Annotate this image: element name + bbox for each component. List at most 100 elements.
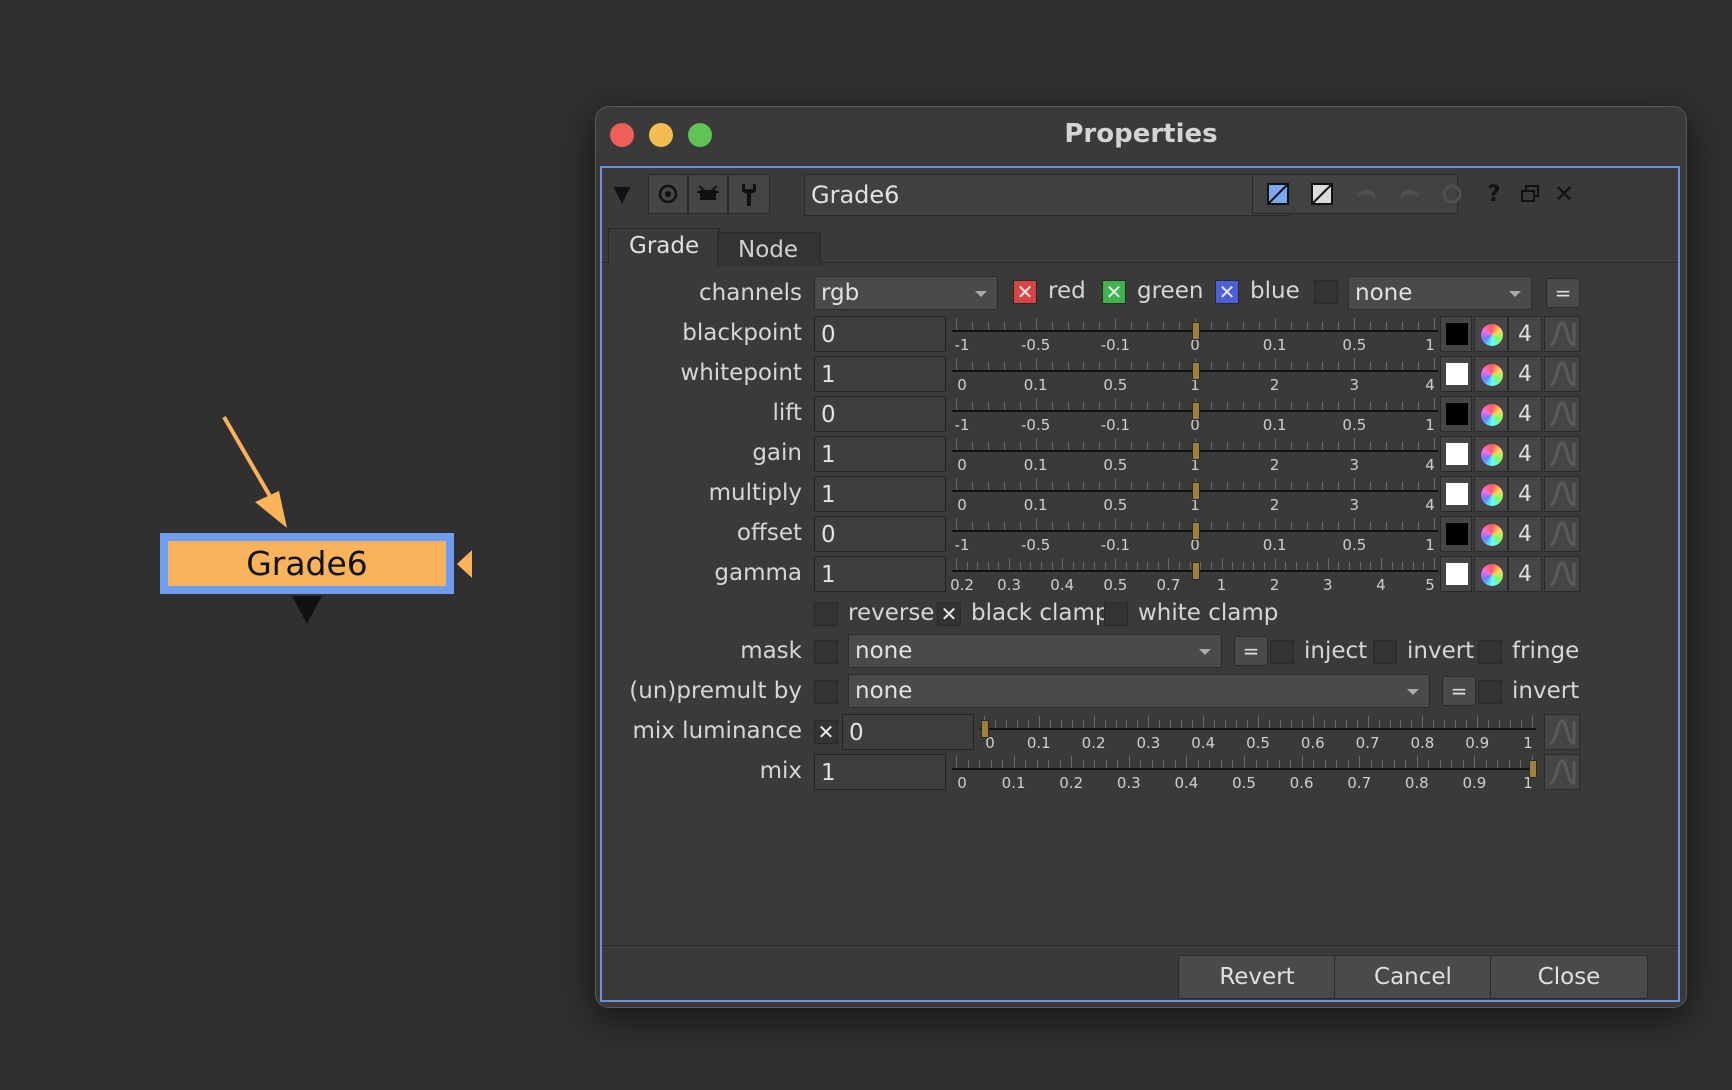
- slider-handle[interactable]: [1192, 562, 1200, 580]
- node-output-arrow-icon[interactable]: [292, 596, 322, 624]
- multiply-input[interactable]: 1: [814, 476, 946, 512]
- green-checkbox[interactable]: ✕: [1102, 280, 1126, 304]
- slider-handle[interactable]: [981, 720, 989, 738]
- whitepoint-channel-count-button[interactable]: 4: [1508, 356, 1542, 392]
- gamma-channel-count-button[interactable]: 4: [1508, 556, 1542, 592]
- extra-channel-dropdown[interactable]: none: [1348, 276, 1532, 310]
- node-input-arrow-icon[interactable]: [457, 550, 472, 578]
- slider-handle[interactable]: [1192, 482, 1200, 500]
- mix-luminance-animation-button[interactable]: [1544, 714, 1580, 750]
- multiply-channel-count-button[interactable]: 4: [1508, 476, 1542, 512]
- multiply-slider[interactable]: 0 0.1 0.5 1 2 3 4: [952, 476, 1438, 516]
- undo-button[interactable]: [1344, 174, 1388, 214]
- blackpoint-animation-button[interactable]: [1544, 316, 1580, 352]
- blackpoint-color-swatch[interactable]: [1440, 316, 1472, 352]
- blackpoint-input[interactable]: 0: [814, 316, 946, 352]
- grade-node[interactable]: Grade6: [160, 533, 454, 594]
- premult-enable-checkbox[interactable]: [814, 680, 838, 704]
- node-color-button[interactable]: [1256, 174, 1300, 214]
- slider-handle[interactable]: [1192, 322, 1200, 340]
- whitepoint-color-wheel-button[interactable]: [1474, 356, 1508, 392]
- whitepoint-animation-button[interactable]: [1544, 356, 1580, 392]
- revert-to-default-button[interactable]: [1430, 174, 1474, 214]
- blue-checkbox[interactable]: ✕: [1215, 280, 1239, 304]
- close-panel-icon[interactable]: ✕: [1542, 174, 1586, 214]
- mix-slider[interactable]: 0 0.1 0.2 0.3 0.4 0.5 0.6 0.7 0.8 0.9 1: [952, 754, 1537, 794]
- mask-invert-checkbox[interactable]: [1373, 640, 1397, 664]
- mix-animation-button[interactable]: [1544, 754, 1580, 790]
- collapse-triangle-icon[interactable]: ▼: [602, 174, 642, 214]
- slider-handle[interactable]: [1192, 362, 1200, 380]
- lift-slider[interactable]: -1 -0.5 -0.1 0 0.1 0.5 1: [952, 396, 1438, 436]
- node-name-input[interactable]: Grade6: [804, 174, 1290, 216]
- whitepoint-input[interactable]: 1: [814, 356, 946, 392]
- slider-handle[interactable]: [1192, 442, 1200, 460]
- offset-input[interactable]: 0: [814, 516, 946, 552]
- offset-slider[interactable]: -1 -0.5 -0.1 0 0.1 0.5 1: [952, 516, 1438, 556]
- mask-dropdown[interactable]: none: [848, 634, 1222, 668]
- reverse-checkbox[interactable]: [814, 602, 838, 626]
- gain-input[interactable]: 1: [814, 436, 946, 472]
- channels-link-button[interactable]: =: [1546, 278, 1580, 308]
- offset-color-wheel-button[interactable]: [1474, 516, 1508, 552]
- gain-color-wheel-button[interactable]: [1474, 436, 1508, 472]
- mix-input[interactable]: 1: [814, 754, 946, 790]
- gain-slider[interactable]: 0 0.1 0.5 1 2 3 4: [952, 436, 1438, 476]
- multiply-animation-button[interactable]: [1544, 476, 1580, 512]
- node-color-reset-button[interactable]: [1300, 174, 1344, 214]
- slider-tick: [1019, 522, 1021, 530]
- slider-handle[interactable]: [1529, 760, 1537, 778]
- mask-link-button[interactable]: =: [1234, 636, 1268, 666]
- whitepoint-slider[interactable]: 0 0.1 0.5 1 2 3 4: [952, 356, 1438, 396]
- cancel-button[interactable]: Cancel: [1334, 955, 1492, 999]
- lift-input[interactable]: 0: [814, 396, 946, 432]
- premult-dropdown[interactable]: none: [848, 674, 1430, 708]
- fringe-checkbox[interactable]: [1478, 640, 1502, 664]
- slider-tick: [1210, 482, 1212, 490]
- lift-animation-button[interactable]: [1544, 396, 1580, 432]
- mix-luminance-input[interactable]: 0: [842, 714, 974, 750]
- lift-channel-count-button[interactable]: 4: [1508, 396, 1542, 432]
- tab-node[interactable]: Node: [717, 232, 821, 266]
- gain-animation-button[interactable]: [1544, 436, 1580, 472]
- blackpoint-color-wheel-button[interactable]: [1474, 316, 1508, 352]
- gamma-animation-button[interactable]: [1544, 556, 1580, 592]
- revert-button[interactable]: Revert: [1178, 955, 1336, 999]
- red-checkbox[interactable]: ✕: [1013, 280, 1037, 304]
- multiply-color-wheel-button[interactable]: [1474, 476, 1508, 512]
- lift-color-swatch[interactable]: [1440, 396, 1472, 432]
- blackpoint-channel-count-button[interactable]: 4: [1508, 316, 1542, 352]
- mask-enable-checkbox[interactable]: [814, 640, 838, 664]
- premult-invert-checkbox[interactable]: [1478, 680, 1502, 704]
- premult-link-button[interactable]: =: [1442, 676, 1476, 706]
- slider-handle[interactable]: [1192, 522, 1200, 540]
- inject-checkbox[interactable]: [1270, 640, 1294, 664]
- gamma-input[interactable]: 1: [814, 556, 946, 592]
- slider-handle[interactable]: [1192, 402, 1200, 420]
- alpha-checkbox[interactable]: [1314, 280, 1338, 304]
- offset-color-swatch[interactable]: [1440, 516, 1472, 552]
- white-clamp-checkbox[interactable]: [1104, 602, 1128, 626]
- offset-channel-count-button[interactable]: 4: [1508, 516, 1542, 552]
- close-button[interactable]: Close: [1490, 955, 1648, 999]
- whitepoint-color-swatch[interactable]: [1440, 356, 1472, 392]
- gain-channel-count-button[interactable]: 4: [1508, 436, 1542, 472]
- tab-grade[interactable]: Grade: [608, 228, 720, 264]
- gamma-color-swatch[interactable]: [1440, 556, 1472, 592]
- lift-color-wheel-button[interactable]: [1474, 396, 1508, 432]
- blackpoint-slider[interactable]: -1 -0.5 -0.1 0 0.1 0.5 1: [952, 316, 1438, 356]
- black-clamp-checkbox[interactable]: ✕: [937, 602, 961, 626]
- redo-button[interactable]: [1388, 174, 1432, 214]
- offset-animation-button[interactable]: [1544, 516, 1580, 552]
- slider-tick: [1019, 402, 1021, 410]
- channels-dropdown[interactable]: rgb: [814, 276, 998, 310]
- mix-luminance-slider[interactable]: 0 0.1 0.2 0.3 0.4 0.5 0.6 0.7 0.8 0.9 1: [980, 714, 1536, 754]
- mix-luminance-checkbox[interactable]: ✕: [814, 720, 838, 744]
- gain-color-swatch[interactable]: [1440, 436, 1472, 472]
- gamma-slider[interactable]: 0.2 0.3 0.4 0.5 0.7 1 2 3 4 5: [950, 556, 1438, 596]
- bookmark-node-button[interactable]: [688, 174, 728, 214]
- gamma-color-wheel-button[interactable]: [1474, 556, 1508, 592]
- view-node-button[interactable]: [648, 174, 688, 214]
- multiply-color-swatch[interactable]: [1440, 476, 1472, 512]
- node-tools-button[interactable]: [728, 174, 770, 214]
